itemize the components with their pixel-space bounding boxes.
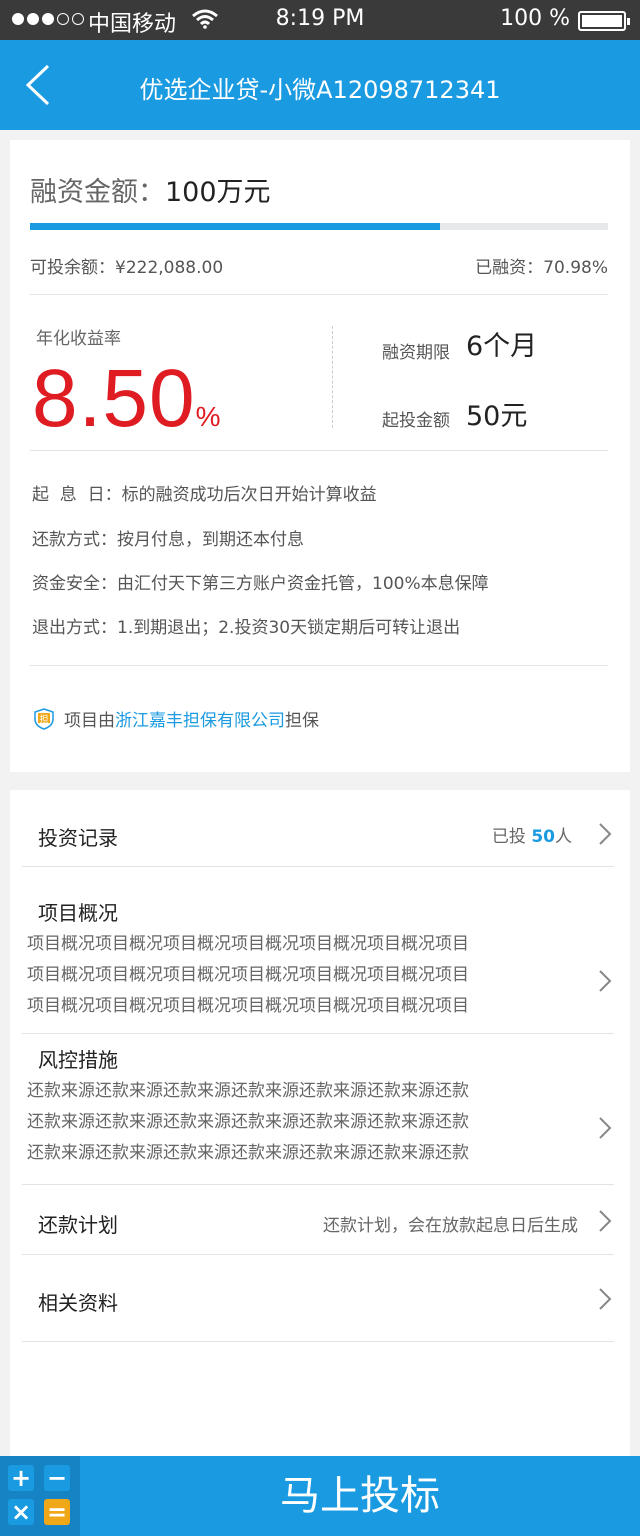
related-documents-title: 相关资料	[38, 1291, 118, 1315]
remaining-amount: 可投余额：¥222,088.00	[30, 253, 223, 278]
investor-count-suffix: 人	[555, 827, 572, 847]
funding-progress-bar	[30, 223, 608, 230]
calculator-button[interactable]: + − × =	[0, 1456, 80, 1536]
chevron-right-icon	[599, 823, 612, 845]
project-details-card: 投资记录 已投 50人 项目概况 项目概况项目概况项目概况项目概况项目概况项目概…	[10, 790, 630, 1456]
nav-bar: 优选企业贷-小微A12098712341	[0, 40, 640, 130]
detail-repayment-method: 还款方式：按月付息，到期还本付息	[32, 530, 304, 550]
investor-count-value: 50	[531, 827, 555, 847]
investment-records-row[interactable]: 投资记录 已投 50人	[22, 790, 614, 866]
investment-records-title: 投资记录	[38, 826, 118, 850]
guarantor-company-link[interactable]: 浙江嘉丰担保有限公司	[115, 711, 285, 731]
page-title: 优选企业贷-小微A12098712341	[139, 76, 501, 104]
guarantee-icon-char: 担	[39, 713, 48, 725]
bottom-action-bar: + − × = 马上投标	[0, 1456, 640, 1536]
annual-rate: 8.50%	[32, 352, 221, 446]
financing-amount-label: 融资金额：	[30, 177, 165, 208]
annual-rate-label: 年化收益率	[36, 329, 121, 349]
raised-percent-label: 已融资：	[475, 258, 544, 278]
min-investment-value: 50元	[466, 401, 528, 432]
repayment-plan-row[interactable]: 还款计划 还款计划，会在放款起息日后生成	[22, 1185, 614, 1254]
calc-minus-icon: −	[44, 1465, 70, 1491]
annual-rate-value: 8.50	[32, 353, 196, 444]
detail-exit-method: 退出方式：1.到期退出；2.投资30天锁定期后可转让退出	[32, 618, 461, 638]
battery-percent: 100 %	[500, 6, 570, 31]
repayment-plan-title: 还款计划	[38, 1213, 118, 1237]
divider	[30, 665, 608, 666]
financing-amount-value: 100万元	[165, 177, 271, 208]
chevron-right-icon	[599, 1117, 612, 1139]
term-value: 6个月	[466, 331, 538, 362]
divider	[30, 294, 608, 295]
term-label: 融资期限	[382, 343, 450, 363]
calc-plus-icon: +	[8, 1465, 34, 1491]
guarantee-prefix: 项目由	[64, 711, 115, 731]
project-overview-text: 项目概况项目概况项目概况项目概况项目概况项目概况项目 项目概况项目概况项目概况项…	[27, 934, 469, 1016]
funding-progress-fill	[30, 223, 441, 230]
project-overview-title: 项目概况	[38, 901, 118, 925]
status-bar: 中国移动 8:19 PM 100 %	[0, 0, 640, 40]
raised-percent-value: 70.98%	[543, 258, 608, 278]
calc-equals-icon: =	[44, 1499, 70, 1525]
repayment-plan-note: 还款计划，会在放款起息日后生成	[323, 1216, 578, 1236]
divider	[30, 450, 608, 451]
guarantee-shield-icon: 担	[34, 707, 54, 730]
investor-count-prefix: 已投	[491, 827, 532, 847]
calc-multiply-icon: ×	[8, 1499, 34, 1525]
risk-control-text: 还款来源还款来源还款来源还款来源还款来源还款来源还款 还款来源还款来源还款来源还…	[27, 1081, 469, 1163]
min-investment-label: 起投金额	[382, 411, 450, 431]
divider	[22, 1341, 614, 1342]
invest-now-button[interactable]: 马上投标	[80, 1456, 640, 1536]
chevron-right-icon	[599, 1210, 612, 1232]
detail-fund-security: 资金安全：由汇付天下第三方账户资金托管，100%本息保障	[32, 574, 489, 594]
raised-percent: 已融资：70.98%	[475, 253, 608, 278]
chevron-right-icon	[599, 970, 612, 992]
loan-summary-card: 融资金额：100万元 可投余额：¥222,088.00 已融资：70.98% 年…	[10, 140, 630, 772]
guarantee-info: 担 项目由浙江嘉丰担保有限公司担保	[34, 706, 319, 731]
financing-amount: 融资金额：100万元	[30, 170, 271, 209]
guarantee-text: 项目由浙江嘉丰担保有限公司担保	[64, 706, 319, 731]
remaining-amount-value: ¥222,088.00	[115, 258, 224, 278]
risk-control-row[interactable]: 风控措施 还款来源还款来源还款来源还款来源还款来源还款来源还款 还款来源还款来源…	[22, 1034, 614, 1184]
vertical-divider	[332, 326, 333, 428]
annual-rate-unit: %	[195, 401, 221, 432]
remaining-amount-label: 可投余额：	[30, 258, 115, 278]
related-documents-row[interactable]: 相关资料	[22, 1255, 614, 1341]
detail-value-date: 起 息 日：标的融资成功后次日开始计算收益	[32, 485, 377, 505]
guarantee-suffix: 担保	[285, 711, 319, 731]
risk-control-title: 风控措施	[38, 1048, 118, 1072]
chevron-right-icon	[599, 1288, 612, 1310]
battery-icon	[578, 11, 630, 31]
project-overview-row[interactable]: 项目概况 项目概况项目概况项目概况项目概况项目概况项目概况项目 项目概况项目概况…	[22, 867, 614, 1033]
investor-count: 已投 50人	[492, 822, 572, 847]
